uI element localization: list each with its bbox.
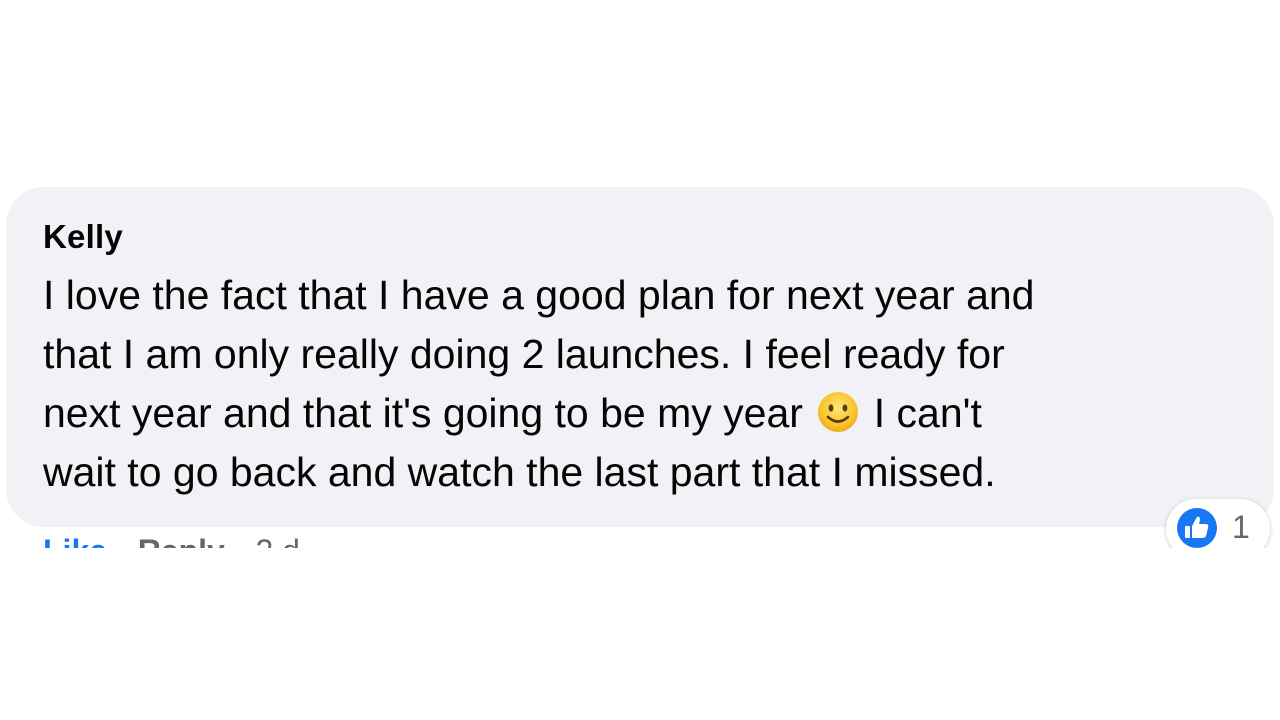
comment-line: wait to go back and watch the last part … [43,449,996,495]
separator: · [117,533,128,548]
timestamp[interactable]: 2 d [255,533,299,548]
like-reaction-icon [1175,506,1219,548]
redacted-name-area [146,201,544,263]
comment-line: I love the fact that I have a good plan … [43,272,1035,318]
separator: · [235,533,246,548]
comment-author-name[interactable]: Kelly [43,218,123,256]
comment-line-segment: I can't [873,390,982,436]
reply-link[interactable]: Reply [138,533,225,548]
comment-line-segment: next year and that it's going to be my y… [43,390,803,436]
like-link[interactable]: Like [43,533,107,548]
comment-author-container: Kelly [43,212,123,262]
comment-body: I love the fact that I have a good plan … [43,266,1233,502]
comment-actions: Like · Reply · 2 d [43,530,300,548]
slightly-smiling-face-icon [818,392,859,432]
reaction-count: 1 [1232,509,1250,545]
comment-line: that I am only really doing 2 launches. … [43,331,1005,377]
reaction-summary-clip: 1 [1160,490,1280,548]
comment-line-with-emoji: next year and that it's going to be my y… [43,384,1233,443]
comment-view: Kelly I love the fact that I have a good… [0,0,1280,720]
reaction-summary[interactable]: 1 [1166,499,1270,548]
